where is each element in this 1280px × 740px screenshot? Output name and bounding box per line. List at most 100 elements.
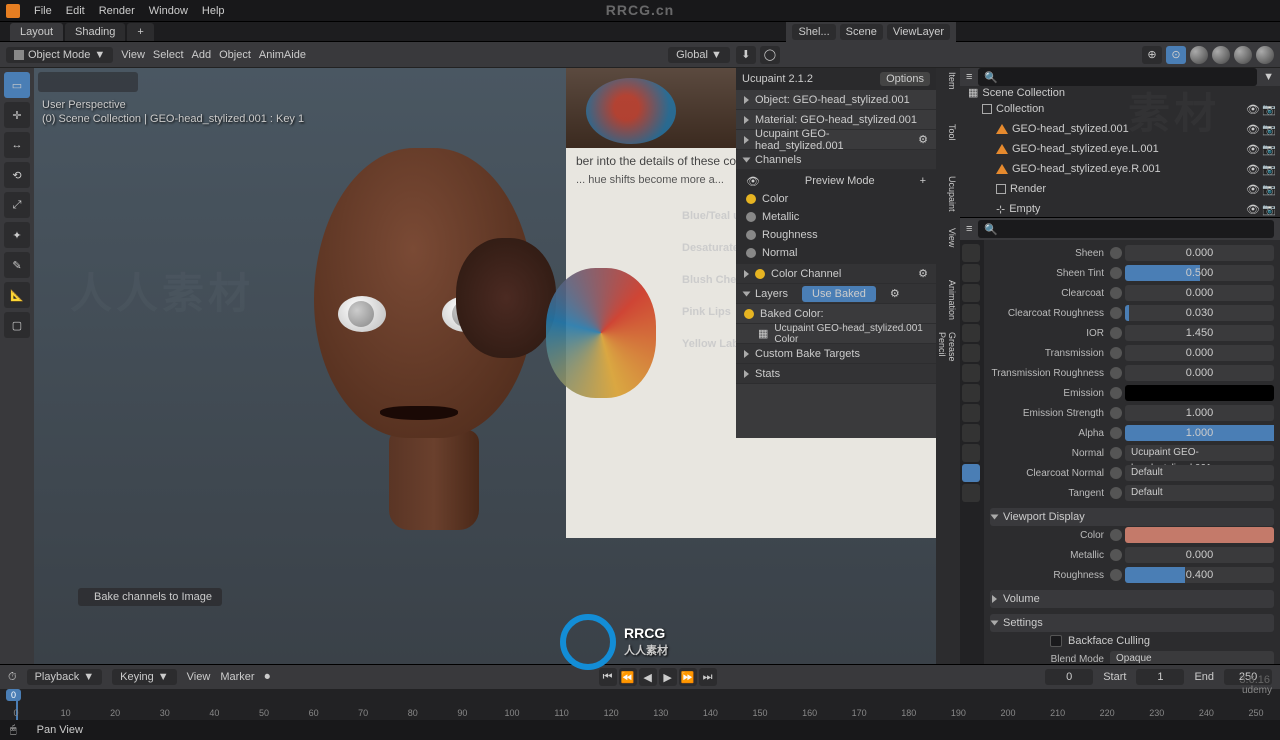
options-button[interactable]: Options bbox=[880, 72, 930, 86]
tab-ucupaint[interactable]: Ucupaint bbox=[939, 176, 957, 224]
addon-object-row[interactable]: Object: GEO-head_stylized.001 bbox=[736, 90, 936, 110]
props-type-icon[interactable]: ≡ bbox=[966, 223, 972, 235]
tab-data[interactable] bbox=[962, 444, 980, 462]
proportional-icon[interactable]: ◯ bbox=[760, 46, 780, 64]
jump-start-icon[interactable]: ⏮ bbox=[599, 668, 617, 686]
property-row[interactable]: Emission Strength1.000 bbox=[990, 404, 1274, 422]
tab-material[interactable] bbox=[962, 464, 980, 482]
shading-render-icon[interactable] bbox=[1256, 46, 1274, 64]
tab-item[interactable]: Item bbox=[939, 72, 957, 120]
tool-rotate[interactable]: ⟲ bbox=[4, 162, 30, 188]
property-row[interactable]: Metallic0.000 bbox=[990, 546, 1274, 564]
hdr-select[interactable]: Select bbox=[153, 49, 184, 61]
outliner-row[interactable]: GEO-head_stylized.001👁📷 bbox=[960, 119, 1280, 139]
tool-add-cube[interactable]: ▢ bbox=[4, 312, 30, 338]
next-key-icon[interactable]: ⏩ bbox=[679, 668, 697, 686]
playhead[interactable]: 0 bbox=[6, 689, 21, 701]
menu-window[interactable]: Window bbox=[149, 5, 188, 17]
property-row[interactable]: Emission bbox=[990, 384, 1274, 402]
prev-key-icon[interactable]: ⏪ bbox=[619, 668, 637, 686]
property-link-row[interactable]: NormalUcupaint GEO-head_stylized.001 bbox=[990, 444, 1274, 462]
channel-normal[interactable]: Normal bbox=[736, 244, 936, 262]
property-row[interactable]: Roughness0.400 bbox=[990, 566, 1274, 584]
playback-menu[interactable]: Playback▼ bbox=[27, 669, 103, 685]
tab-output[interactable] bbox=[962, 264, 980, 282]
workspace-tab-shading[interactable]: Shading bbox=[65, 23, 125, 41]
use-baked-button[interactable]: Use Baked bbox=[802, 286, 876, 302]
tab-animation[interactable]: Animation bbox=[939, 280, 957, 328]
tl-view[interactable]: View bbox=[187, 671, 211, 683]
orientation-selector[interactable]: Global ▼ bbox=[668, 47, 730, 63]
outliner-row[interactable]: GEO-head_stylized.eye.R.001👁📷 bbox=[960, 159, 1280, 179]
checkbox-row[interactable]: Backface Culling bbox=[990, 632, 1274, 650]
tool-annotate[interactable]: ✎ bbox=[4, 252, 30, 278]
jump-end-icon[interactable]: ⏭ bbox=[699, 668, 717, 686]
property-row[interactable]: Transmission0.000 bbox=[990, 344, 1274, 362]
channel-color[interactable]: Color bbox=[736, 190, 936, 208]
outliner-row[interactable]: GEO-head_stylized.eye.L.001👁📷 bbox=[960, 139, 1280, 159]
3d-viewport[interactable]: User Perspective (0) Scene Collection | … bbox=[34, 68, 936, 664]
workspace-tab-layout[interactable]: Layout bbox=[10, 23, 63, 41]
tool-cursor[interactable]: ✛ bbox=[4, 102, 30, 128]
outliner-row[interactable]: ⊹Empty👁📷 bbox=[960, 199, 1280, 219]
mode-selector[interactable]: Object Mode▼ bbox=[6, 47, 113, 63]
property-link-row[interactable]: TangentDefault bbox=[990, 484, 1274, 502]
outliner-filter-icon[interactable]: ▼ bbox=[1263, 71, 1274, 83]
baked-item-row[interactable]: ▦Ucupaint GEO-head_stylized.001 Color bbox=[736, 324, 936, 344]
hdr-add[interactable]: Add bbox=[192, 49, 212, 61]
channel-roughness[interactable]: Roughness bbox=[736, 226, 936, 244]
property-row[interactable]: Sheen0.000 bbox=[990, 244, 1274, 262]
channel-metallic[interactable]: Metallic bbox=[736, 208, 936, 226]
snap-icon[interactable]: ⬇ bbox=[736, 46, 756, 64]
property-row[interactable]: Transmission Roughness0.000 bbox=[990, 364, 1274, 382]
layers-header[interactable]: Layers Use Baked ⚙ bbox=[736, 284, 936, 304]
property-section[interactable]: Viewport Display bbox=[990, 508, 1274, 526]
preview-mode-row[interactable]: 👁Preview Mode+ bbox=[736, 172, 936, 190]
property-dropdown[interactable]: Blend ModeOpaque bbox=[990, 650, 1274, 664]
tl-marker[interactable]: Marker bbox=[220, 671, 254, 683]
current-frame[interactable]: 0 bbox=[1045, 669, 1093, 685]
tool-measure[interactable]: 📐 bbox=[4, 282, 30, 308]
tab-view[interactable]: View bbox=[939, 228, 957, 276]
property-row[interactable]: Clearcoat0.000 bbox=[990, 284, 1274, 302]
property-row[interactable]: Sheen Tint0.500 bbox=[990, 264, 1274, 282]
tool-move[interactable]: ↔ bbox=[4, 132, 30, 158]
shell-dropdown[interactable]: Shel... bbox=[792, 24, 835, 40]
tab-physics[interactable] bbox=[962, 404, 980, 422]
tab-viewlayer[interactable] bbox=[962, 284, 980, 302]
stats-row[interactable]: Stats bbox=[736, 364, 936, 384]
menu-help[interactable]: Help bbox=[202, 5, 225, 17]
tab-constraint[interactable] bbox=[962, 424, 980, 442]
shading-material-icon[interactable] bbox=[1234, 46, 1252, 64]
outliner-type-icon[interactable]: ≡ bbox=[966, 71, 972, 83]
timeline-type-icon[interactable]: ⏱ bbox=[8, 671, 17, 684]
timeline-ruler[interactable]: 0 01020304050607080901001101201301401501… bbox=[0, 689, 1280, 720]
tab-texture[interactable] bbox=[962, 484, 980, 502]
tab-grease[interactable]: Grease Pencil bbox=[939, 332, 957, 380]
tab-scene[interactable] bbox=[962, 304, 980, 322]
start-frame[interactable]: 1 bbox=[1136, 669, 1184, 685]
gizmo-toggle-icon[interactable]: ⊕ bbox=[1142, 46, 1162, 64]
property-section[interactable]: Volume bbox=[990, 590, 1274, 608]
viewlayer-dropdown[interactable]: ViewLayer bbox=[887, 24, 950, 40]
tool-transform[interactable]: ✦ bbox=[4, 222, 30, 248]
tab-tool[interactable]: Tool bbox=[939, 124, 957, 172]
hdr-view[interactable]: View bbox=[121, 49, 145, 61]
property-row[interactable]: IOR1.450 bbox=[990, 324, 1274, 342]
hdr-animaide[interactable]: AnimAide bbox=[259, 49, 306, 61]
menu-render[interactable]: Render bbox=[99, 5, 135, 17]
property-row[interactable]: Alpha1.000 bbox=[990, 424, 1274, 442]
keying-menu[interactable]: Keying▼ bbox=[112, 669, 177, 685]
outliner-row[interactable]: Render👁📷 bbox=[960, 179, 1280, 199]
property-section[interactable]: Settings bbox=[990, 614, 1274, 632]
play-icon[interactable]: ▶ bbox=[659, 668, 677, 686]
property-row[interactable]: Clearcoat Roughness0.030 bbox=[990, 304, 1274, 322]
menu-edit[interactable]: Edit bbox=[66, 5, 85, 17]
autokey-icon[interactable]: ⏺ bbox=[265, 671, 271, 684]
tab-render[interactable] bbox=[962, 244, 980, 262]
custom-bake-row[interactable]: Custom Bake Targets bbox=[736, 344, 936, 364]
menu-file[interactable]: File bbox=[34, 5, 52, 17]
tool-scale[interactable]: ⤢ bbox=[4, 192, 30, 218]
outliner-row[interactable]: Collection👁📷 bbox=[960, 99, 1280, 119]
selection-mode-icons[interactable] bbox=[38, 72, 138, 92]
